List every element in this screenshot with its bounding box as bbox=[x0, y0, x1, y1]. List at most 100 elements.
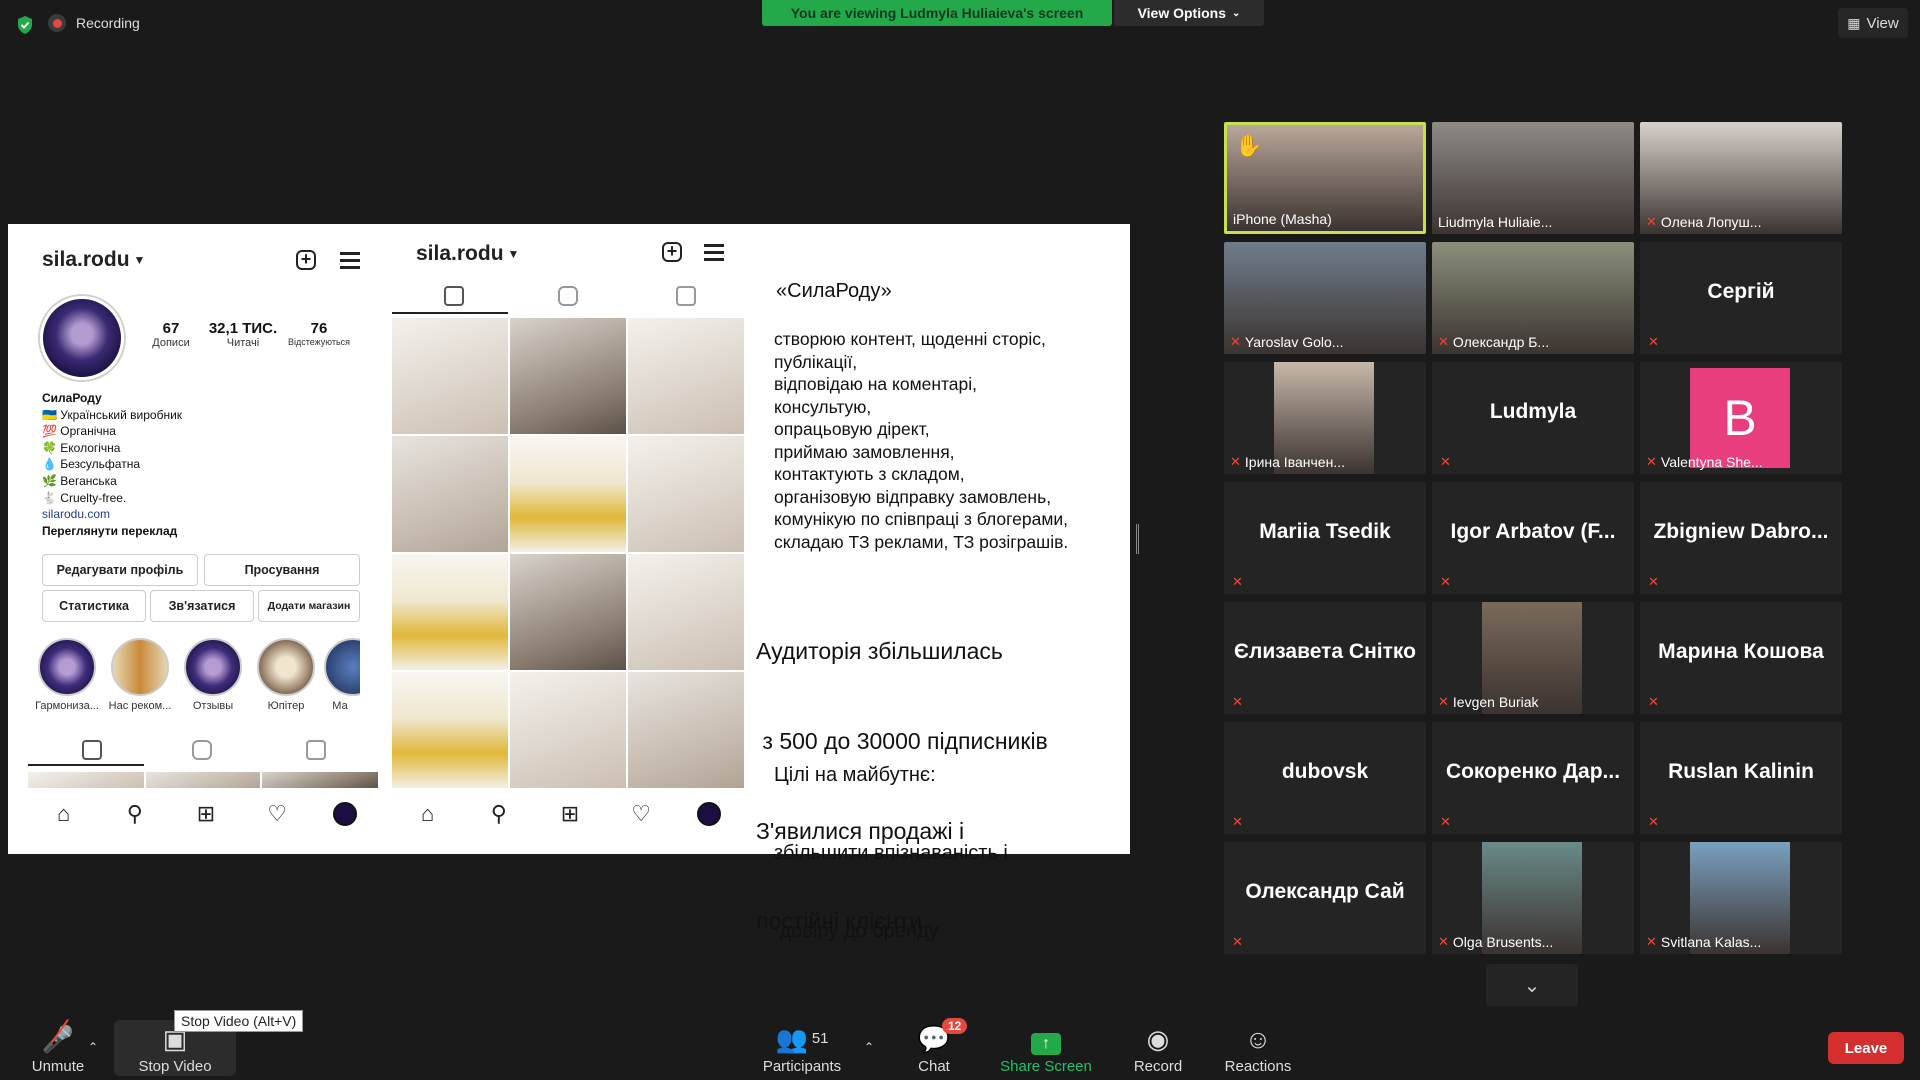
duty-line: публікації, bbox=[774, 351, 858, 372]
bio-line: 🇺🇦 Український виробник bbox=[42, 407, 183, 422]
participants-count: 51 bbox=[811, 1030, 829, 1047]
view-button[interactable]: ▦ View bbox=[1838, 8, 1908, 38]
participants-options-chevron[interactable]: ⌃ bbox=[864, 1040, 874, 1054]
bio-line: 🐇 Cruelty-free. bbox=[42, 490, 127, 505]
duty-line: приймаю замовлення, bbox=[774, 441, 955, 462]
see-translation: Переглянути переклад bbox=[42, 523, 178, 538]
recording-indicator[interactable]: Recording bbox=[48, 14, 140, 32]
participant-tile[interactable]: ✕ Олександр Б... bbox=[1432, 242, 1634, 354]
grid-tab-icon bbox=[444, 286, 464, 306]
highlight-cover bbox=[257, 638, 315, 696]
bio-line: 💧 Безсульфатна bbox=[42, 457, 140, 472]
participant-tile[interactable]: iPhone (Masha) ✋ bbox=[1224, 122, 1426, 234]
participant-name-label: ✕ Олена Лопуш... bbox=[1646, 214, 1761, 230]
home-icon: ⌂ bbox=[420, 801, 435, 826]
participant-display-name: Сергій bbox=[1707, 280, 1775, 303]
chevron-down-icon: ⌄ bbox=[1232, 7, 1241, 19]
audio-options-chevron[interactable]: ⌃ bbox=[88, 1040, 98, 1054]
post-thumbnail bbox=[628, 436, 744, 552]
reactions-label: Reactions bbox=[1224, 1058, 1292, 1075]
record-icon: ◉ bbox=[1146, 1024, 1170, 1054]
stop-video-tooltip: Stop Video (Alt+V) bbox=[174, 1010, 304, 1032]
muted-mic-icon: ✕ bbox=[1232, 574, 1243, 589]
participant-tile[interactable]: Ruslan Kalinin ✕ bbox=[1640, 722, 1842, 834]
splitter-handle[interactable] bbox=[1136, 524, 1139, 554]
participant-tile[interactable]: Zbigniew Dabro... ✕ bbox=[1640, 482, 1842, 594]
participant-tile[interactable]: Сергій ✕ bbox=[1640, 242, 1842, 354]
participant-tile[interactable]: B ✕ Valentyna She... bbox=[1640, 362, 1842, 474]
leave-button[interactable]: Leave bbox=[1828, 1032, 1904, 1064]
duty-line: складаю ТЗ реклами, ТЗ розіграшів. bbox=[774, 531, 1069, 552]
muted-mic-icon: ✕ bbox=[1648, 334, 1659, 349]
participant-name-label: ✕ Ірина Іванчен... bbox=[1230, 454, 1345, 470]
highlight-item: Юпітер bbox=[247, 638, 325, 712]
view-options-button[interactable]: View Options ⌄ bbox=[1114, 0, 1264, 26]
add-icon: ⊞ bbox=[560, 801, 580, 826]
participant-tile[interactable]: ✕ Yaroslav Golo... bbox=[1224, 242, 1426, 354]
post-thumbnail bbox=[628, 554, 744, 670]
edit-profile-button: Редагувати профіль bbox=[42, 554, 198, 586]
heart-icon: ♡ bbox=[631, 801, 652, 826]
participant-name: Ievgen Buriak bbox=[1452, 694, 1539, 710]
tagged-tab-icon bbox=[676, 286, 696, 306]
chat-label: Chat bbox=[918, 1058, 950, 1075]
stat-label: Відстежуються bbox=[287, 337, 351, 347]
stat-following: 76 Відстежуються bbox=[284, 320, 354, 347]
reactions-button[interactable]: ☺ Reactions bbox=[1222, 1024, 1294, 1075]
stat-label: Дописи bbox=[152, 337, 190, 349]
instagram-profile-right: sila.rodu ▼ + ⌂ ⚲ ⊞ ♡ bbox=[392, 224, 752, 854]
top-bar: Recording You are viewing Ludmyla Huliai… bbox=[0, 0, 1920, 48]
muted-mic-icon: ✕ bbox=[1648, 694, 1659, 709]
participant-tile[interactable]: ✕ Ірина Іванчен... bbox=[1224, 362, 1426, 474]
participant-tile[interactable]: Ludmyla ✕ bbox=[1432, 362, 1634, 474]
participant-name: Ірина Іванчен... bbox=[1244, 454, 1345, 470]
participant-tile[interactable]: ✕ Ievgen Buriak bbox=[1432, 602, 1634, 714]
search-icon: ⚲ bbox=[490, 801, 507, 826]
participant-tile[interactable]: Марина Кошова ✕ bbox=[1640, 602, 1842, 714]
add-post-icon: + bbox=[662, 242, 682, 262]
muted-mic-icon: ✕ bbox=[1230, 454, 1241, 469]
goal-line: збільшити впізнаваність і bbox=[774, 842, 1008, 864]
highlight-item: Отзывы bbox=[174, 638, 252, 712]
search-icon: ⚲ bbox=[126, 801, 143, 826]
grid-icon: ▦ bbox=[1847, 14, 1861, 31]
participant-tile[interactable]: ✕ Svitlana Kalas... bbox=[1640, 842, 1842, 954]
bottom-nav: ⌂ ⚲ ⊞ ♡ bbox=[28, 794, 378, 834]
participant-tile[interactable]: Liudmyla Huliaie... bbox=[1432, 122, 1634, 234]
post-thumbnail bbox=[392, 436, 508, 552]
participant-tile[interactable]: ✕ Olga Brusents... bbox=[1432, 842, 1634, 954]
participant-tile[interactable]: Єлизавета Снітко ✕ bbox=[1224, 602, 1426, 714]
participants-button[interactable]: 👥 51 Participants bbox=[760, 1024, 844, 1075]
participant-tile[interactable]: dubovsk ✕ bbox=[1224, 722, 1426, 834]
security-shield-icon[interactable] bbox=[16, 15, 34, 35]
view-options-label: View Options bbox=[1137, 5, 1227, 21]
post-thumbnail bbox=[510, 672, 626, 788]
muted-mic-icon: ✕ bbox=[1648, 814, 1659, 829]
post-thumbnail bbox=[392, 672, 508, 788]
goal-line: Цілі на майбутнє: bbox=[774, 764, 936, 786]
participant-tile[interactable]: Mariia Tsedik ✕ bbox=[1224, 482, 1426, 594]
bottom-nav: ⌂ ⚲ ⊞ ♡ bbox=[392, 794, 742, 834]
grid-tab-icon bbox=[82, 740, 102, 760]
participant-tile[interactable]: Сокоренко Дар... ✕ bbox=[1432, 722, 1634, 834]
highlight-cover bbox=[324, 638, 360, 696]
share-screen-button[interactable]: ↑ Share Screen bbox=[996, 1024, 1096, 1075]
bio-line: СилаРоду bbox=[42, 391, 102, 405]
share-screen-icon: ↑ bbox=[996, 1024, 1096, 1055]
highlight-label: Нас реком... bbox=[108, 700, 172, 712]
reels-tab-icon bbox=[192, 740, 212, 760]
participant-tile[interactable]: ✕ Олена Лопуш... bbox=[1640, 122, 1842, 234]
next-page-button[interactable]: ⌄ bbox=[1486, 964, 1578, 1006]
participant-display-name: Сокоренко Дар... bbox=[1445, 760, 1621, 783]
record-button[interactable]: ◉ Record bbox=[1130, 1024, 1186, 1075]
highlight-label: Отзывы bbox=[192, 700, 234, 712]
muted-mic-icon: ✕ bbox=[1230, 334, 1241, 349]
unmute-button[interactable]: 🎤 Unmute bbox=[28, 1018, 88, 1075]
insights-button: Статистика bbox=[42, 590, 146, 622]
participant-tile[interactable]: Олександр Сай ✕ bbox=[1224, 842, 1426, 954]
post-thumbnail bbox=[392, 318, 508, 434]
muted-mic-icon: ✕ bbox=[1646, 454, 1657, 469]
participants-icon: 👥 51 bbox=[775, 1024, 829, 1054]
profile-username: sila.rodu ▼ bbox=[42, 248, 145, 272]
participant-tile[interactable]: Igor Arbatov (F... ✕ bbox=[1432, 482, 1634, 594]
